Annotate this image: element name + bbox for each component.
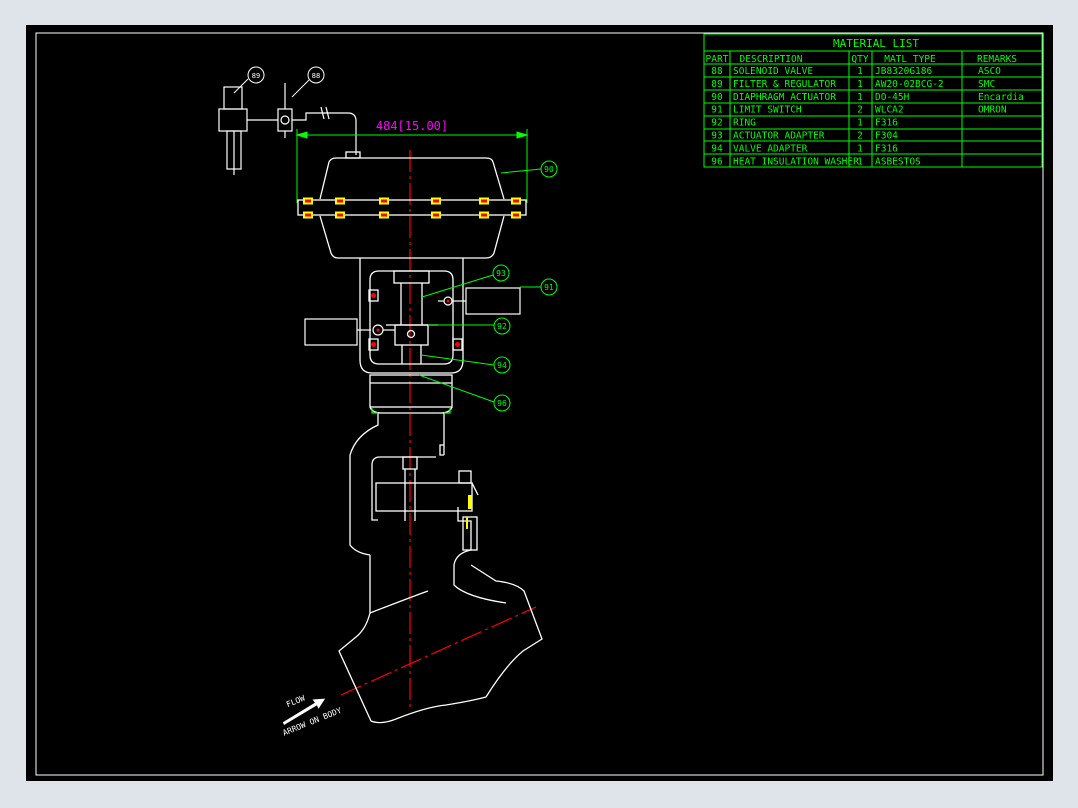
flow-label: FLOW xyxy=(285,694,306,710)
table-cell-remarks: OMRON xyxy=(978,105,1007,116)
valve-body xyxy=(338,555,543,724)
table-cell-qty: 2 xyxy=(857,105,863,116)
flange-bolt-core xyxy=(481,213,487,217)
callout-92: 92 xyxy=(497,322,507,331)
table-cell-matl: F316 xyxy=(875,143,898,154)
table-cell-part: 93 xyxy=(711,131,722,142)
callout-93: 93 xyxy=(496,269,506,278)
table-cell-qty: 1 xyxy=(857,156,863,167)
callout-88: 88 xyxy=(312,72,320,80)
table-cell-qty: 1 xyxy=(857,79,863,90)
table-cell-qty: 1 xyxy=(857,118,863,129)
table-cell-matl: AW20-02BCG-2 xyxy=(875,79,944,90)
table-cell-matl: DO-45H xyxy=(875,92,910,103)
diaphragm-actuator xyxy=(297,151,527,259)
table-cell-part: 90 xyxy=(711,92,723,103)
flange-bolt-core xyxy=(433,199,439,203)
limit-switch-left xyxy=(304,318,395,346)
table-cell-part: 96 xyxy=(711,156,723,167)
bonnet xyxy=(349,374,507,604)
flange-bolt-core xyxy=(433,213,439,217)
flow-note: FLOW ARROW ON BODY xyxy=(281,694,343,738)
table-cell-part: 92 xyxy=(711,118,722,129)
header-description: DESCRIPTION xyxy=(740,54,803,65)
table-cell-qty: 1 xyxy=(857,92,863,103)
table-cell-remarks: Encardia xyxy=(978,92,1024,103)
table-cell-matl: F316 xyxy=(875,118,898,129)
table-cell-remarks: SMC xyxy=(978,79,995,90)
centerlines xyxy=(340,150,537,710)
flange-bolt-core xyxy=(305,213,311,217)
body-centerline xyxy=(340,606,537,696)
flange-bolt-core xyxy=(381,213,387,217)
table-cell-qty: 1 xyxy=(857,143,863,154)
header-matl-type: MATL TYPE xyxy=(884,54,936,65)
drawing-canvas: MATERIAL LIST PART DESCRIPTION QTY MATL … xyxy=(26,25,1053,781)
material-list-title: MATERIAL LIST xyxy=(833,37,919,50)
table-cell-description: VALVE ADAPTER xyxy=(733,143,808,154)
callout-96: 96 xyxy=(497,399,507,408)
header-qty: QTY xyxy=(851,54,868,65)
air-set-callouts xyxy=(233,66,325,98)
heat-washer xyxy=(371,407,451,414)
callout-89: 89 xyxy=(252,72,260,80)
table-cell-matl: JB8320G186 xyxy=(875,66,932,77)
header-remarks: REMARKS xyxy=(977,54,1017,65)
table-cell-description: SOLENOID VALVE xyxy=(733,66,813,77)
table-cell-description: HEAT INSULATION WASHER xyxy=(733,156,859,167)
table-cell-description: ACTUATOR ADAPTER xyxy=(733,131,825,142)
table-cell-description: DIAPHRAGM ACTUATOR xyxy=(733,92,836,103)
solenoid-valve xyxy=(277,83,357,155)
flange-bolt-core xyxy=(305,199,311,203)
header-part: PART xyxy=(706,54,729,65)
yoke xyxy=(359,258,464,374)
flange-bolt-core xyxy=(513,213,519,217)
callout-94: 94 xyxy=(497,361,507,370)
table-cell-part: 94 xyxy=(711,143,723,154)
flange-bolt-core xyxy=(337,213,343,217)
flow-arrow-note: ARROW ON BODY xyxy=(281,706,343,738)
table-cell-part: 88 xyxy=(711,66,723,77)
table-cell-qty: 1 xyxy=(857,66,863,77)
dimension-label: 484[15.00] xyxy=(376,119,448,133)
table-cell-part: 91 xyxy=(711,105,723,116)
table-cell-description: LIMIT SWITCH xyxy=(733,105,802,116)
callout-91: 91 xyxy=(544,283,554,292)
table-cell-description: FILTER & REGULATOR xyxy=(733,79,836,90)
flange-bolt-core xyxy=(381,199,387,203)
flange-bolt-core xyxy=(337,199,343,203)
table-cell-matl: WLCA2 xyxy=(875,105,904,116)
width-dimension xyxy=(295,129,529,203)
table-cell-remarks: ASCO xyxy=(978,66,1001,77)
limit-switch-right xyxy=(438,287,521,315)
table-cell-matl: ASBESTOS xyxy=(875,156,921,167)
flange-bolt-core xyxy=(513,199,519,203)
table-cell-description: RING xyxy=(733,118,756,129)
table-cell-part: 89 xyxy=(711,79,723,90)
filter-regulator xyxy=(218,86,278,175)
flange-bolt-core xyxy=(481,199,487,203)
table-cell-qty: 2 xyxy=(857,131,863,142)
table-cell-matl: F304 xyxy=(875,131,898,142)
callout-90: 90 xyxy=(544,165,554,174)
